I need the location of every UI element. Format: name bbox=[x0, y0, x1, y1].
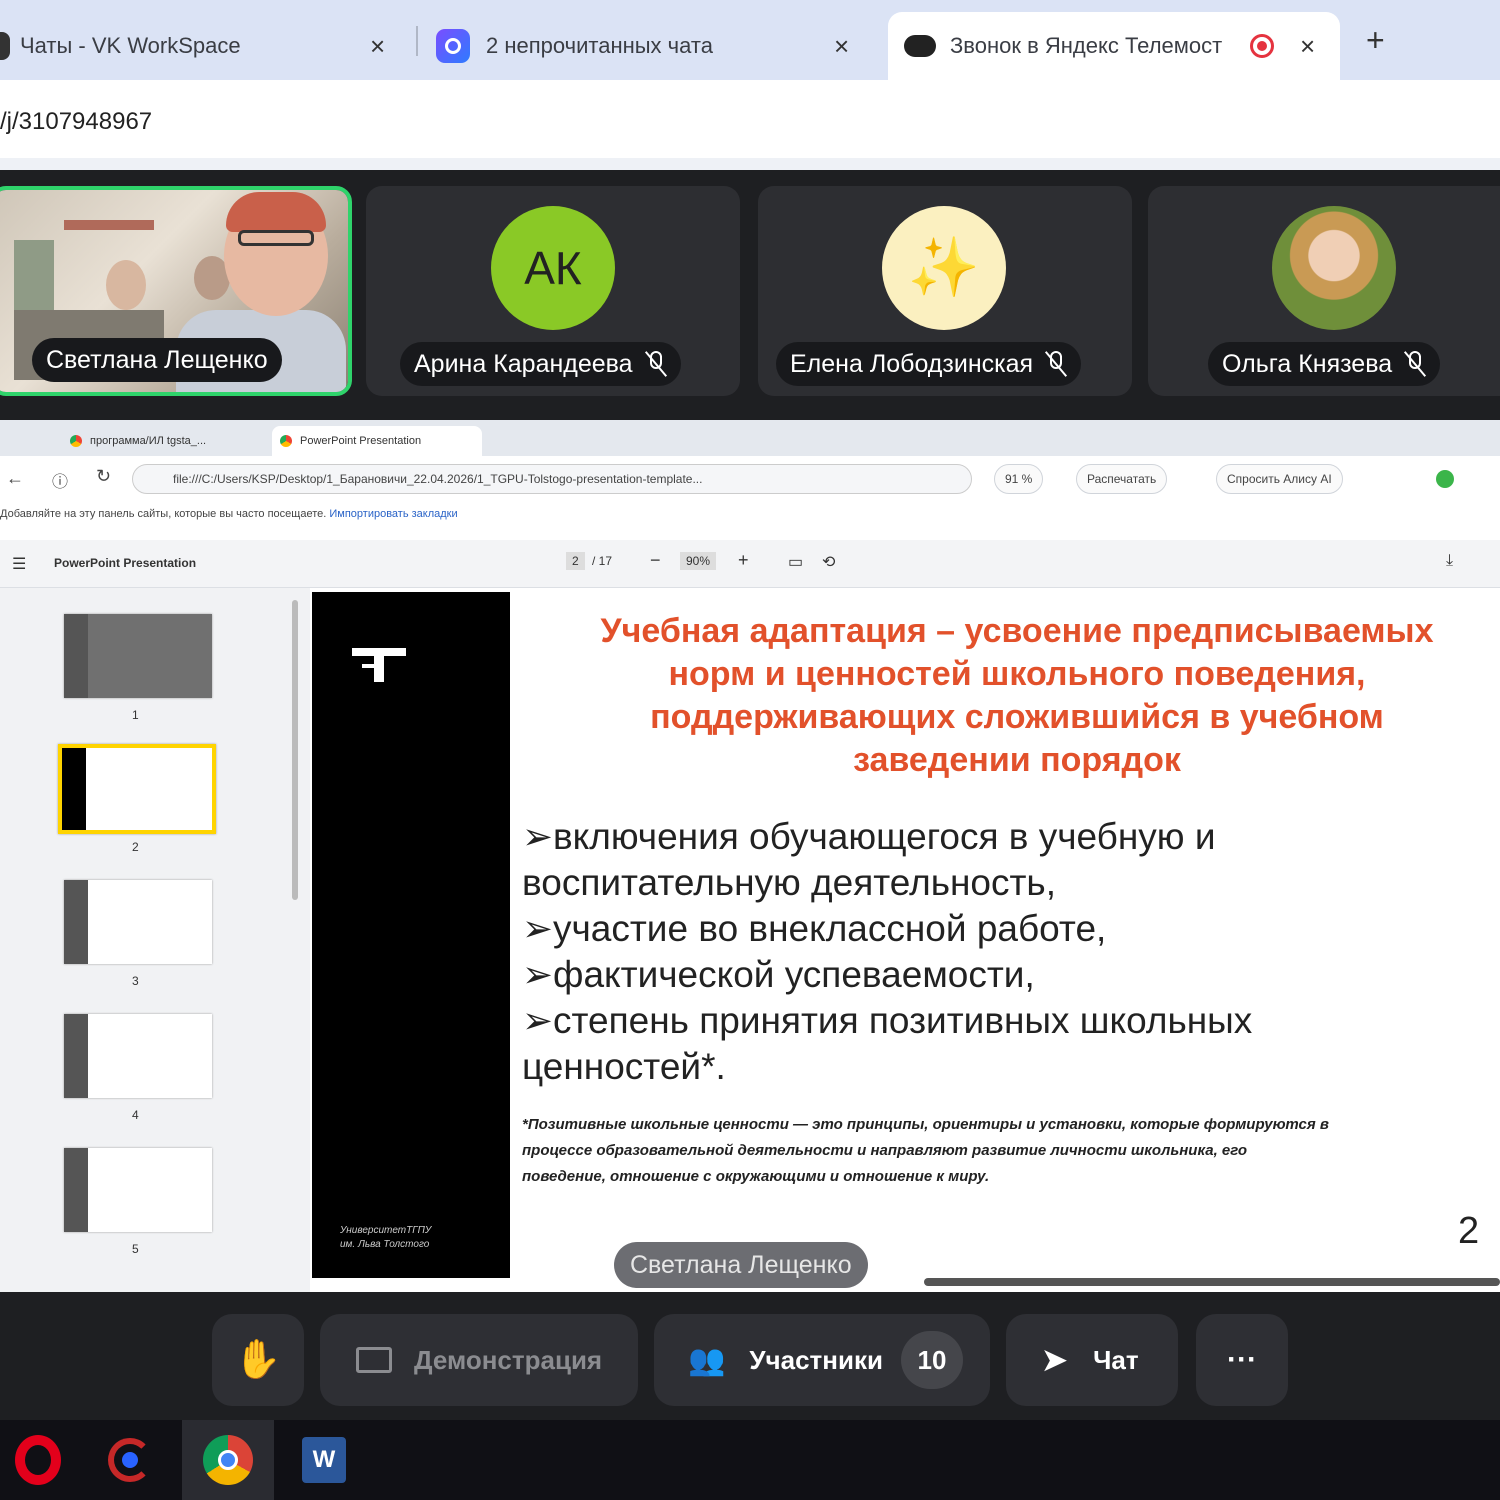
word-icon[interactable]: W bbox=[294, 1430, 354, 1490]
opera-icon[interactable] bbox=[8, 1430, 68, 1490]
participant-name: Светлана Лещенко bbox=[32, 338, 282, 382]
slide-canvas: УниверситетТГПУ им. Льва Толстого Учебна… bbox=[312, 592, 1500, 1280]
url-text[interactable]: /j/3107948967 bbox=[0, 108, 152, 136]
pdf-toolbar: ☰ PowerPoint Presentation 2 / 17 − 90% +… bbox=[0, 540, 1500, 588]
tab-telemost[interactable]: Звонок в Яндекс Телемост × bbox=[888, 12, 1340, 80]
shared-tab[interactable]: программа/ИЛ tgsta_... bbox=[62, 426, 262, 456]
mic-muted-icon bbox=[644, 351, 667, 377]
horizontal-scrollbar[interactable] bbox=[924, 1278, 1500, 1286]
import-bookmarks-link[interactable]: Импортировать закладки bbox=[329, 508, 457, 520]
chrome-icon bbox=[280, 435, 292, 447]
slide-thumbnail-active[interactable] bbox=[58, 744, 216, 834]
mic-muted-icon bbox=[1045, 351, 1068, 377]
slide-page-number: 2 bbox=[1458, 1210, 1480, 1252]
chat-button[interactable]: ➤ Чат bbox=[1006, 1314, 1178, 1406]
thumbnail-number: 5 bbox=[132, 1242, 139, 1256]
info-icon[interactable]: ⓘ bbox=[52, 468, 68, 492]
tab-title: 2 непрочитанных чата bbox=[486, 33, 713, 58]
university-logo-icon bbox=[352, 648, 406, 682]
back-arrow-icon[interactable]: ← bbox=[6, 468, 24, 489]
more-button[interactable]: ··· bbox=[1196, 1314, 1288, 1406]
thumbnail-number: 3 bbox=[132, 974, 139, 988]
tab-title: Чаты - VK WorkSpace bbox=[20, 33, 241, 58]
pdf-title: PowerPoint Presentation bbox=[54, 556, 197, 570]
zoom-out-icon[interactable]: − bbox=[650, 550, 661, 571]
browser-tab-strip: Чаты - VK WorkSpace × 2 непрочитанных ча… bbox=[0, 0, 1500, 80]
slide-thumbnail[interactable] bbox=[64, 880, 212, 964]
close-icon[interactable]: × bbox=[1300, 31, 1315, 62]
raise-hand-button[interactable]: ✋ bbox=[212, 1314, 304, 1406]
fit-page-icon[interactable]: ▭ bbox=[788, 552, 803, 572]
shared-tab-bar: программа/ИЛ tgsta_... PowerPoint Presen… bbox=[0, 420, 1500, 456]
avatar bbox=[1272, 206, 1396, 330]
mic-muted-icon bbox=[1404, 351, 1427, 377]
vk-messenger-icon bbox=[436, 29, 470, 63]
tab-icon-vk bbox=[0, 32, 10, 60]
page-input[interactable]: 2 bbox=[566, 552, 585, 570]
thumbnail-number: 2 bbox=[132, 840, 139, 854]
slide-title: Учебная адаптация – усвоение предписывае… bbox=[600, 612, 1434, 779]
participants-count-badge: 10 bbox=[900, 1331, 963, 1389]
app-c-icon[interactable] bbox=[100, 1430, 160, 1490]
presenter-name-pill: Светлана Лещенко bbox=[614, 1242, 868, 1288]
recording-icon bbox=[1250, 34, 1274, 58]
monitor-icon bbox=[356, 1347, 392, 1373]
toolbar-divider bbox=[0, 158, 1500, 170]
taskbar: W bbox=[0, 1420, 1500, 1500]
screen-share-button[interactable]: Демонстрация bbox=[320, 1314, 638, 1406]
tab-divider bbox=[416, 26, 418, 56]
new-tab-plus-icon[interactable]: + bbox=[1366, 22, 1385, 59]
tab-vk-chats[interactable]: 2 непрочитанных чата × bbox=[436, 12, 876, 80]
shared-nav-bar: ← ⓘ ↻ file:///C:/Users/KSP/Desktop/1_Бар… bbox=[0, 456, 1500, 506]
participant-tile-speaking[interactable]: Светлана Лещенко bbox=[0, 186, 352, 396]
slide-sidebar: УниверситетТГПУ им. Льва Толстого bbox=[312, 592, 510, 1278]
download-icon[interactable]: ⤓ bbox=[1446, 552, 1453, 570]
close-icon[interactable]: × bbox=[370, 31, 385, 62]
page-total: / 17 bbox=[592, 554, 613, 568]
participant-name-pill: Ольга Князева bbox=[1208, 342, 1441, 386]
participants-button[interactable]: 👥 Участники 10 bbox=[654, 1314, 990, 1406]
tab-title: Звонок в Яндекс Телемост bbox=[950, 33, 1222, 58]
thumbnail-number: 4 bbox=[132, 1108, 139, 1122]
hand-icon: ✋ bbox=[234, 1339, 282, 1381]
chrome-icon bbox=[70, 435, 82, 447]
shared-url[interactable]: file:///C:/Users/KSP/Desktop/1_Баранович… bbox=[132, 464, 972, 494]
university-label: УниверситетТГПУ им. Льва Толстого bbox=[340, 1225, 432, 1250]
participant-name-pill: Елена Лободзинская bbox=[776, 342, 1082, 386]
extension-icon[interactable] bbox=[1436, 470, 1454, 488]
participant-tile[interactable]: ✨ Елена Лободзинская bbox=[758, 186, 1132, 396]
rotate-icon[interactable]: ⟲ bbox=[822, 552, 835, 572]
sidebar-scrollbar[interactable] bbox=[292, 600, 298, 900]
ask-ai-button[interactable]: Спросить Алису AI bbox=[1216, 464, 1343, 494]
zoom-indicator[interactable]: 91 % bbox=[994, 464, 1044, 494]
bookmark-bar: Добавляйте на эту панель сайты, которые … bbox=[0, 508, 458, 520]
avatar: АК bbox=[491, 206, 615, 330]
people-icon: 👥 bbox=[688, 1343, 726, 1377]
slide-bullets: ➢включения обучающегося в учебную и восп… bbox=[522, 816, 1253, 1087]
slide-thumbnail[interactable] bbox=[64, 1014, 212, 1098]
zoom-level[interactable]: 90% bbox=[680, 552, 717, 570]
participant-name-pill: Арина Карандеева bbox=[400, 342, 681, 386]
zoom-in-icon[interactable]: + bbox=[738, 550, 749, 571]
sparkles-avatar-icon: ✨ bbox=[882, 206, 1006, 330]
more-dots-icon: ··· bbox=[1227, 1343, 1257, 1376]
participant-tile[interactable]: Ольга Князева bbox=[1148, 186, 1500, 396]
send-arrow-icon: ➤ bbox=[1042, 1343, 1068, 1377]
close-icon[interactable]: × bbox=[834, 31, 849, 62]
slide-footnote: *Позитивные школьные ценности — это прин… bbox=[522, 1116, 1329, 1185]
menu-icon[interactable]: ☰ bbox=[12, 554, 26, 574]
slide-thumbnail[interactable] bbox=[64, 1148, 212, 1232]
reload-icon[interactable]: ↻ bbox=[96, 466, 111, 487]
telemost-icon bbox=[904, 35, 936, 57]
slide-thumbnail[interactable] bbox=[64, 614, 212, 698]
chrome-icon[interactable] bbox=[198, 1430, 258, 1490]
participant-tile[interactable]: АК Арина Карандеева bbox=[366, 186, 740, 396]
thumbnail-number: 1 bbox=[132, 708, 139, 722]
shared-tab-active[interactable]: PowerPoint Presentation bbox=[272, 426, 482, 456]
print-button[interactable]: Распечатать bbox=[1076, 464, 1168, 494]
tab-vk-workspace[interactable]: Чаты - VK WorkSpace × bbox=[0, 12, 410, 80]
address-bar[interactable] bbox=[0, 80, 1500, 162]
